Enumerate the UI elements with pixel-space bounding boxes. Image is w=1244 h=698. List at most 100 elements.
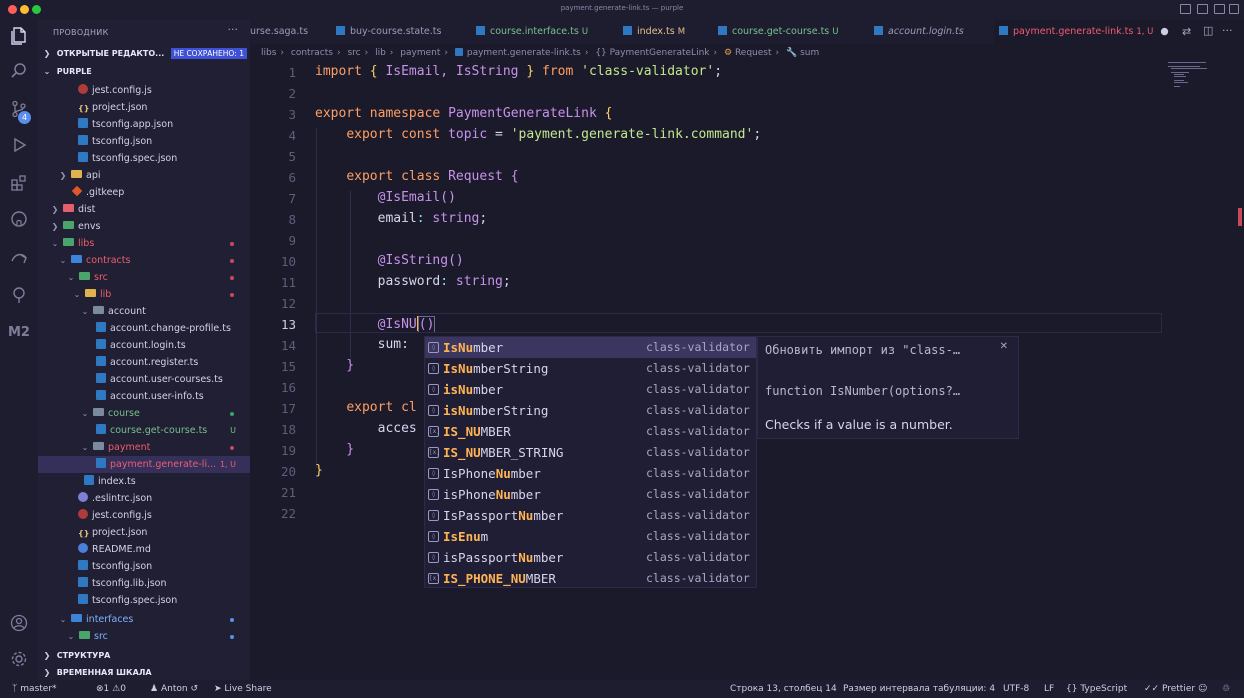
encoding[interactable]: UTF-8 (1003, 680, 1029, 698)
tree-folder[interactable]: ❯ dist (38, 201, 250, 218)
tree-item[interactable]: account.user-courses.ts (38, 371, 250, 388)
extensions-icon[interactable] (8, 174, 30, 196)
tree-folder[interactable]: ⌄ src (38, 628, 250, 645)
breadcrumb-item[interactable]: payment.generate-link.ts (467, 48, 581, 58)
more-actions-icon[interactable]: ··· (1222, 24, 1233, 37)
tree-item[interactable]: {} project.json (38, 99, 250, 116)
tree-folder[interactable]: ⌄ src (38, 269, 250, 286)
tree-item[interactable]: account.change-profile.ts (38, 320, 250, 337)
prettier-item[interactable]: ✓✓ Prettier (1144, 680, 1195, 698)
feedback-icon[interactable]: ☺ (1198, 680, 1207, 698)
tree-item[interactable]: README.md (38, 541, 250, 558)
suggestion-item[interactable]: ◊ IsPhoneNumber class-validator (425, 463, 756, 484)
account-item[interactable]: ♟ Anton ↺ (150, 680, 198, 698)
suggestion-item[interactable]: [x] IS_NUMBER_STRING class-validator (425, 442, 756, 463)
tab-course-get-course[interactable]: course.get-course.ts U (718, 20, 858, 44)
tree-item[interactable]: tsconfig.app.json (38, 116, 250, 133)
breadcrumb-item[interactable]: Request (735, 48, 772, 58)
breadcrumb-item[interactable]: lib (375, 48, 386, 58)
indentation[interactable]: Размер интервала табуляции: 4 (843, 680, 995, 698)
tree-folder[interactable]: ❯ envs (38, 218, 250, 235)
tab-index[interactable]: index.ts M (623, 20, 703, 44)
tab-buy-course-state[interactable]: buy-course.state.ts (336, 20, 466, 44)
run-debug-icon[interactable] (8, 136, 30, 158)
tab-payment-generate-link[interactable]: payment.generate-link.ts 1, U ● (994, 20, 1170, 44)
tree-item[interactable]: account.user-info.ts (38, 388, 250, 405)
tree-item[interactable]: account.register.ts (38, 354, 250, 371)
close-icon[interactable]: ✕ (1000, 341, 1008, 352)
live-share-button[interactable]: ➤ Live Share (214, 680, 272, 698)
tree-folder[interactable]: ⌄ libs (38, 235, 250, 252)
breadcrumb-item[interactable]: contracts (291, 48, 333, 58)
tree-item[interactable]: tsconfig.lib.json (38, 575, 250, 592)
breadcrumb-item[interactable]: sum (800, 48, 819, 58)
language-mode[interactable]: {} TypeScript (1066, 680, 1127, 698)
github-icon[interactable] (8, 210, 30, 232)
tree-folder[interactable]: ⌄ interfaces (38, 611, 250, 628)
tree-icon[interactable] (8, 286, 30, 308)
m2-icon[interactable]: M2 (8, 322, 30, 344)
breadcrumb-item[interactable]: payment (400, 48, 440, 58)
toggle-secondary-sidebar-icon[interactable] (1214, 4, 1225, 14)
suggestion-item[interactable]: ◊ isPassportNumber class-validator (425, 547, 756, 568)
suggestion-item[interactable]: [x] IS_PHONE_NUMBER class-validator (425, 568, 756, 589)
tree-item[interactable]: tsconfig.spec.json (38, 592, 250, 609)
cursor-position[interactable]: Строка 13, столбец 14 (730, 680, 837, 698)
tab-saga[interactable]: urse.saga.ts (250, 20, 332, 44)
account-icon[interactable] (8, 614, 30, 636)
tree-folder[interactable]: ⌄ account (38, 303, 250, 320)
timeline-section[interactable]: ❯ ВРЕМЕННАЯ ШКАЛА (38, 664, 250, 681)
tree-item-active[interactable]: payment.generate-li... 1, U (38, 456, 250, 473)
outline-section[interactable]: ❯ СТРУКТУРА (38, 647, 250, 664)
suggestion-item[interactable]: ◊ isPhoneNumber class-validator (425, 484, 756, 505)
remote-explorer-icon[interactable] (8, 248, 30, 270)
toggle-sidebar-icon[interactable] (1180, 4, 1191, 14)
tree-folder[interactable]: ⌄ course (38, 405, 250, 422)
tree-item[interactable]: .gitkeep (38, 184, 250, 201)
workspace-section[interactable]: ⌄ PURPLE (38, 63, 250, 80)
more-actions-icon[interactable]: ··· (228, 23, 239, 36)
suggestion-item[interactable]: [x] IS_NUMBER class-validator (425, 421, 756, 442)
tree-item[interactable]: account.login.ts (38, 337, 250, 354)
toggle-panel-icon[interactable] (1197, 4, 1208, 14)
compare-changes-icon[interactable]: ⇄ (1182, 25, 1191, 38)
breadcrumb-item[interactable]: src (347, 48, 360, 58)
tab-account-login[interactable]: account.login.ts (874, 20, 984, 44)
suggestion-item[interactable]: ◊ IsPassportNumber class-validator (425, 505, 756, 526)
tree-folder[interactable]: ❯ api (38, 167, 250, 184)
tree-item[interactable]: .eslintrc.json (38, 490, 250, 507)
tree-folder[interactable]: ⌄ contracts (38, 252, 250, 269)
suggestion-item[interactable]: ◊ IsNumberString class-validator (425, 358, 756, 379)
tree-folder[interactable]: ⌄ payment (38, 439, 250, 456)
tree-item[interactable]: index.ts (38, 473, 250, 490)
breadcrumb-item[interactable]: {} PaymentGenerateLink (595, 48, 709, 58)
tree-item[interactable]: {} project.json (38, 524, 250, 541)
tree-item[interactable]: course.get-course.ts U (38, 422, 250, 439)
tree-item[interactable]: tsconfig.spec.json (38, 150, 250, 167)
unsaved-dot-icon[interactable]: ● (1160, 26, 1168, 37)
tree-item[interactable]: jest.config.js (38, 82, 250, 99)
customize-layout-icon[interactable] (1229, 4, 1239, 14)
code-line: } (315, 463, 323, 478)
settings-gear-icon[interactable] (8, 650, 30, 672)
end-of-line[interactable]: LF (1044, 680, 1054, 698)
tree-item[interactable]: tsconfig.json (38, 133, 250, 150)
explorer-icon[interactable] (8, 26, 30, 48)
suggestion-item-selected[interactable]: ◊ IsNumber class-validator (425, 337, 756, 358)
branch-item[interactable]: ᛉ master* (12, 680, 57, 698)
line-number: 18 (280, 422, 296, 437)
breadcrumb-item[interactable]: libs (261, 48, 276, 58)
tree-item[interactable]: tsconfig.json (38, 558, 250, 575)
suggestion-item[interactable]: ◊ isNumberString class-validator (425, 400, 756, 421)
split-editor-icon[interactable]: ◫ (1203, 24, 1213, 37)
minimap[interactable] (1168, 62, 1232, 92)
notifications-bell-icon[interactable]: ♲ (1222, 680, 1230, 698)
tree-item[interactable]: jest.config.js (38, 507, 250, 524)
suggestion-item[interactable]: ◊ isNumber class-validator (425, 379, 756, 400)
tab-course-interface[interactable]: course.interface.ts U (476, 20, 616, 44)
problems-item[interactable]: ⊗1 ⚠0 (96, 680, 126, 698)
tree-folder[interactable]: ⌄ lib (38, 286, 250, 303)
suggestion-item[interactable]: ◊ IsEnum class-validator (425, 526, 756, 547)
search-icon[interactable] (8, 62, 30, 84)
open-editors-section[interactable]: ❯ ОТКРЫТЫЕ РЕДАКТО... НЕ СОХРАНЕНО: 1 (38, 45, 250, 62)
